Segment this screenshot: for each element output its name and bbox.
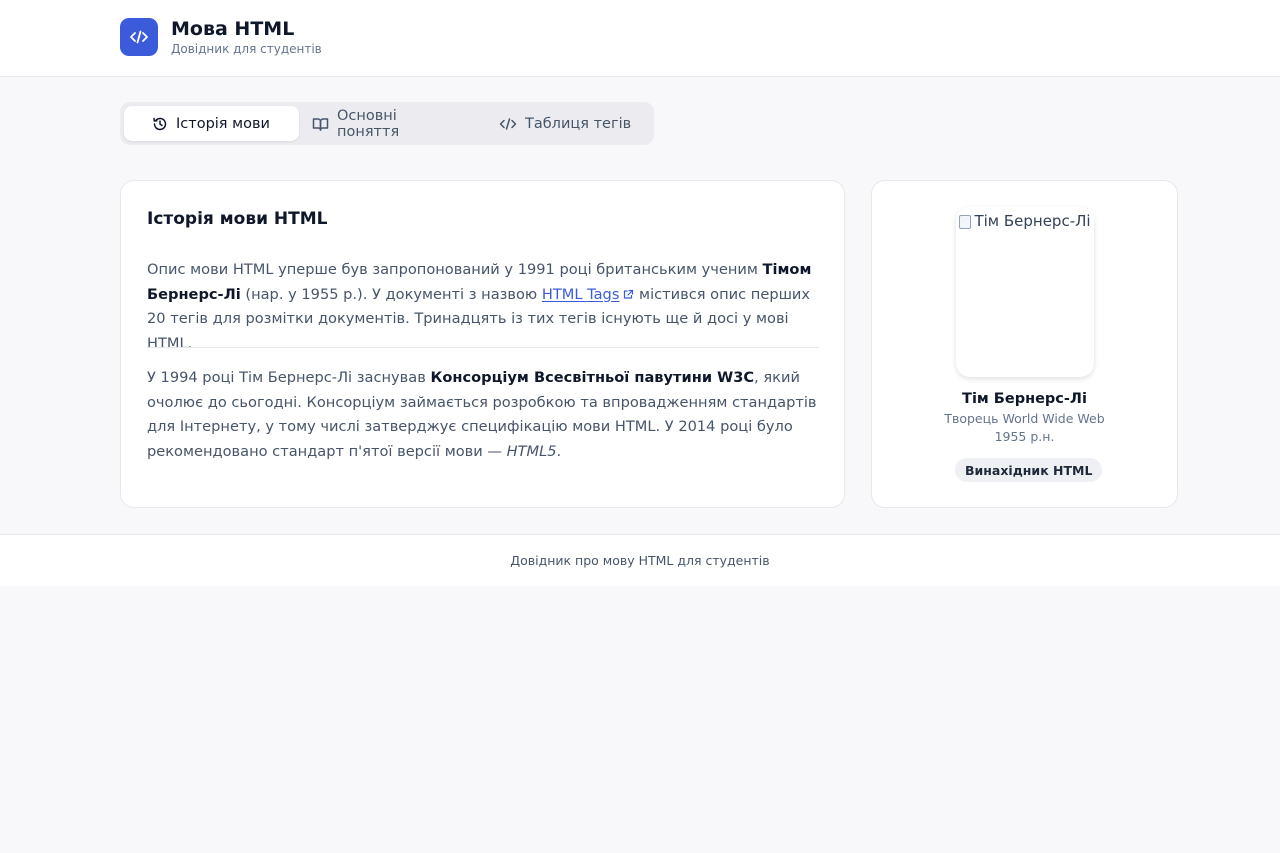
broken-image-icon bbox=[959, 214, 972, 229]
html-tags-link[interactable]: HTML Tags bbox=[542, 286, 620, 303]
history-paragraph-1: Опис мови HTML уперше був запропонований… bbox=[147, 258, 827, 356]
page-footer: Довідник про мову HTML для студентів bbox=[0, 534, 1280, 586]
tab-tags-table[interactable]: Таблиця тегів bbox=[487, 106, 647, 141]
emphasis-w3c: Консорціум Всесвітньої павутини W3C bbox=[430, 369, 755, 386]
paragraph-text: (нар. у 1955 р.). У документі з назвою bbox=[240, 285, 542, 303]
history-paragraph-2: У 1994 році Тім Бернерс-Лі заснував Конс… bbox=[147, 366, 827, 464]
paragraph-text: Опис мови HTML уперше був запропонований… bbox=[147, 261, 763, 278]
emphasis-html5: HTML5 bbox=[506, 442, 557, 460]
person-name: Тім Бернерс-Лі bbox=[962, 391, 1087, 407]
tab-bar: Історія мови Основні поняття Таблиця тег… bbox=[120, 102, 654, 145]
divider bbox=[147, 347, 819, 348]
inventor-badge: Винахідник HTML bbox=[955, 458, 1103, 482]
footer-text: Довідник про мову HTML для студентів bbox=[510, 553, 770, 568]
person-role: Творець World Wide Web bbox=[944, 411, 1105, 426]
logo bbox=[120, 18, 158, 56]
paragraph-text: . bbox=[556, 442, 562, 460]
tab-concepts[interactable]: Основні поняття bbox=[300, 106, 470, 141]
external-link-icon bbox=[624, 289, 634, 299]
tab-history-label: Історія мови bbox=[176, 115, 270, 132]
history-title: Історія мови HTML bbox=[147, 209, 328, 229]
tab-history[interactable]: Історія мови bbox=[124, 106, 299, 141]
history-card: Історія мови HTML Опис мови HTML уперше … bbox=[120, 180, 845, 508]
person-photo: Тім Бернерс-Лі bbox=[956, 207, 1094, 377]
app-title: Мова HTML bbox=[171, 18, 295, 40]
photo-alt-text: Тім Бернерс-Лі bbox=[958, 209, 1092, 234]
person-birth-year: 1955 р.н. bbox=[994, 429, 1055, 444]
history-icon bbox=[153, 117, 167, 130]
app-subtitle: Довідник для студентів bbox=[171, 42, 322, 56]
photo-alt-label: Тім Бернерс-Лі bbox=[974, 212, 1091, 230]
paragraph-text: У 1994 році Тім Бернерс-Лі заснував bbox=[147, 369, 431, 386]
tab-concepts-label: Основні поняття bbox=[337, 107, 400, 140]
book-icon bbox=[312, 117, 329, 131]
code-icon bbox=[130, 30, 148, 44]
tab-tags-table-label: Таблиця тегів bbox=[525, 115, 632, 132]
person-card: Тім Бернерс-Лі Тім Бернерс-Лі Творець Wo… bbox=[871, 180, 1178, 508]
app-header: Мова HTML Довідник для студентів bbox=[0, 0, 1280, 77]
code-icon bbox=[499, 117, 517, 130]
